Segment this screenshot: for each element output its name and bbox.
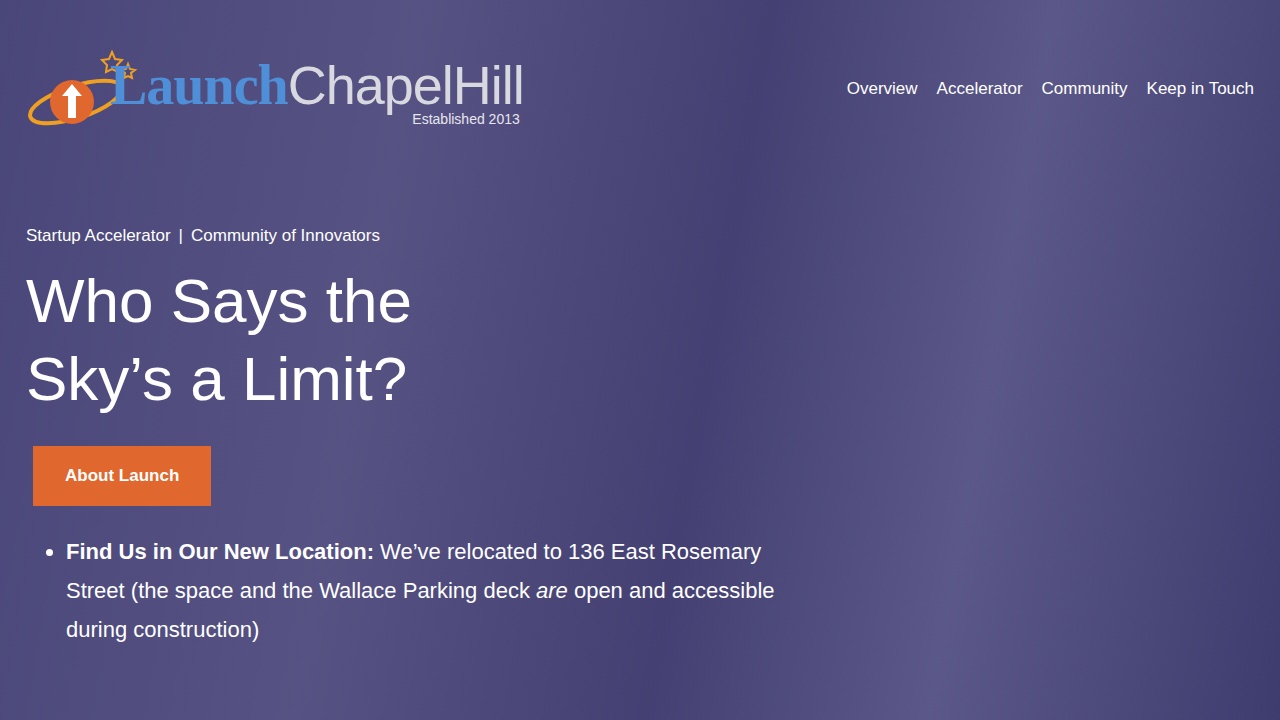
title-line: Who Says the bbox=[26, 262, 1254, 340]
hero-title: Who Says theSky’s a Limit? bbox=[26, 262, 1254, 418]
nav-link[interactable]: Overview bbox=[847, 79, 918, 99]
eyebrow-separator: | bbox=[179, 226, 183, 246]
title-line: Sky’s a Limit? bbox=[26, 340, 1254, 418]
eyebrow: Startup Accelerator | Community of Innovat… bbox=[26, 226, 1254, 246]
logo-secondary: ChapelHill bbox=[288, 54, 524, 116]
notice-label: Find Us in Our New Location: bbox=[66, 539, 374, 564]
nav-link[interactable]: Keep in Touch bbox=[1147, 79, 1254, 99]
nav-link[interactable]: Accelerator bbox=[937, 79, 1023, 99]
notice-item: Find Us in Our New Location: We’ve reloc… bbox=[66, 532, 826, 649]
eyebrow-item: Community of Innovators bbox=[191, 226, 380, 246]
page: LaunchChapelHillEstablished 2013 Overview… bbox=[0, 0, 1280, 720]
logo-text: LaunchChapelHillEstablished 2013 bbox=[110, 53, 524, 127]
about-button[interactable]: About Launch bbox=[33, 446, 211, 506]
logo-row: LaunchChapelHill bbox=[110, 53, 524, 117]
notice-list: Find Us in Our New Location: We’ve reloc… bbox=[26, 532, 826, 649]
logo-primary: Launch bbox=[110, 53, 288, 117]
header: LaunchChapelHillEstablished 2013 Overview… bbox=[0, 0, 1280, 136]
eyebrow-item: Startup Accelerator bbox=[26, 226, 171, 246]
logo[interactable]: LaunchChapelHillEstablished 2013 bbox=[26, 44, 524, 136]
logo-tagline: Established 2013 bbox=[412, 111, 523, 127]
hero: Startup Accelerator | Community of Innovat… bbox=[0, 136, 1280, 649]
nav-link[interactable]: Community bbox=[1042, 79, 1128, 99]
main-nav: Overview Accelerator Community Keep in Touc… bbox=[847, 79, 1254, 99]
notice-emphasis: are bbox=[536, 578, 568, 603]
